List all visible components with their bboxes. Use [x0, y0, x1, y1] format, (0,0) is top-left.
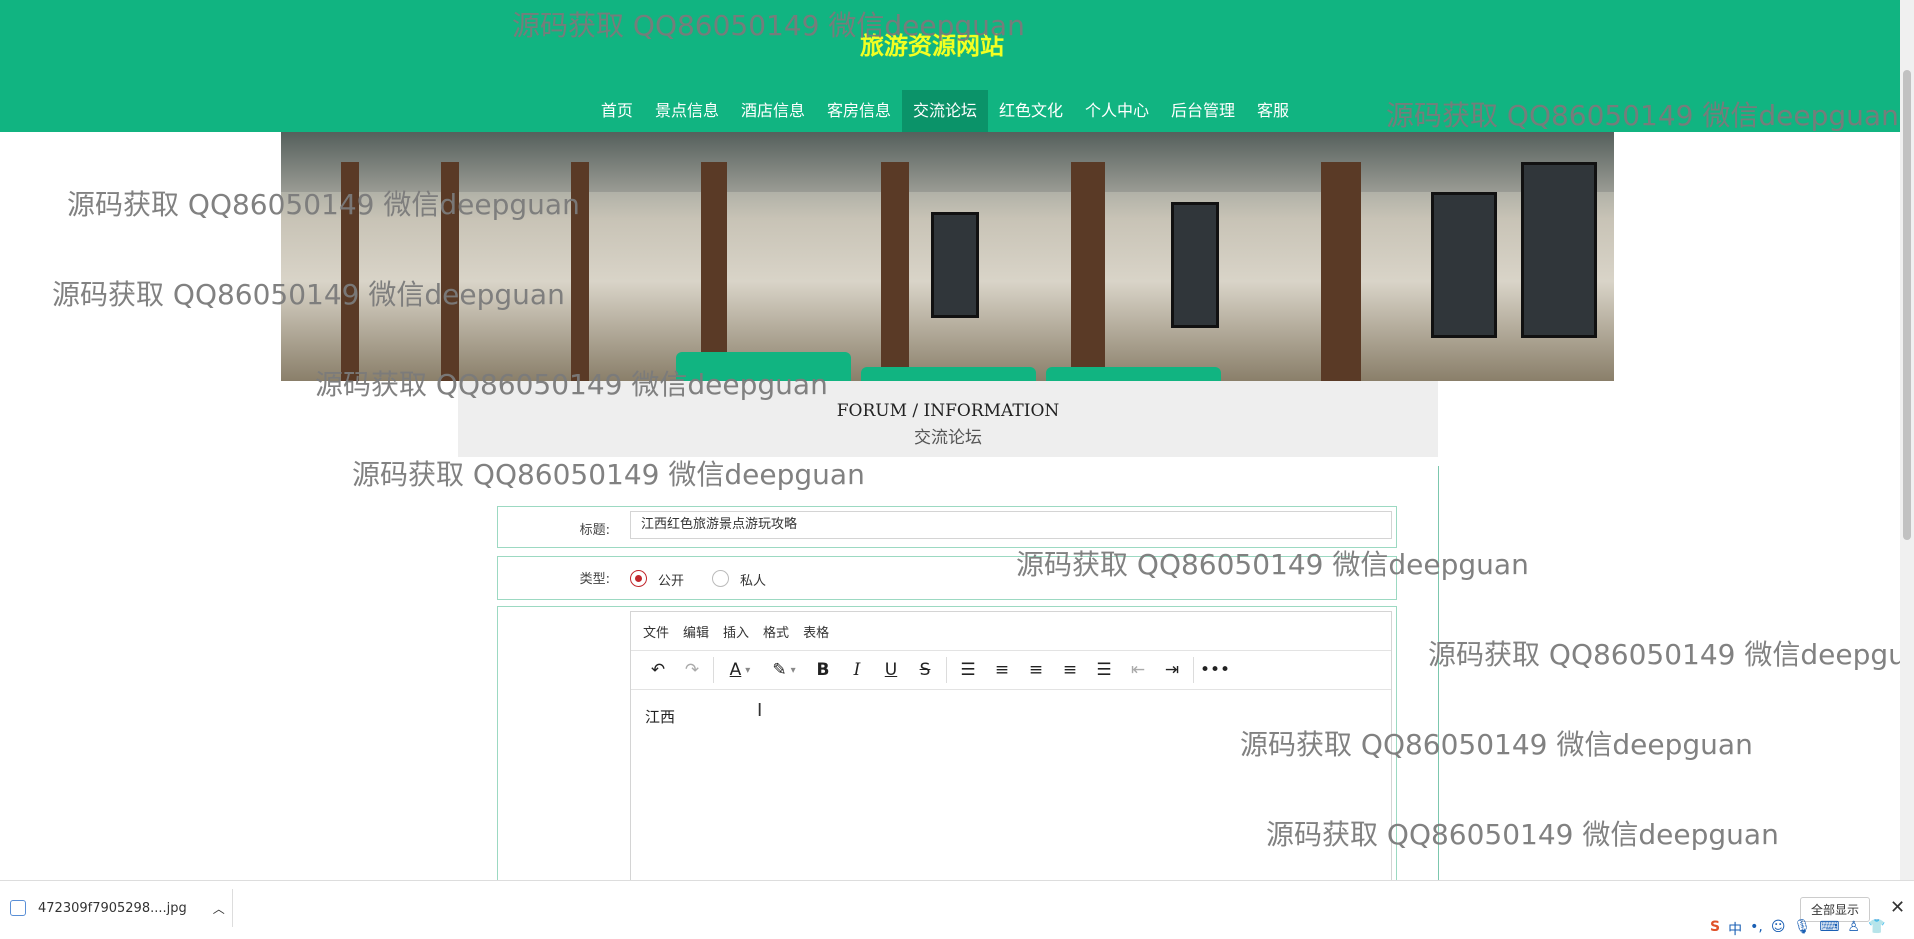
section-title-en: FORUM / INFORMATION	[836, 401, 1060, 421]
nav-hotels[interactable]: 酒店信息	[730, 90, 816, 132]
ime-mode-icon[interactable]: 中	[1728, 919, 1742, 939]
radio-private-label[interactable]: 私人	[740, 570, 766, 589]
strikethrough-icon[interactable]: S	[908, 653, 942, 687]
watermark: 源码获取 QQ86050149 微信deepguan	[67, 188, 580, 221]
ime-keyboard-icon[interactable]: ⌨	[1819, 919, 1839, 939]
menu-file[interactable]: 文件	[643, 622, 669, 641]
text-cursor-icon: I	[757, 700, 763, 721]
title-label: 标题:	[579, 523, 610, 538]
scroll-thumb[interactable]	[1903, 70, 1911, 540]
outdent-icon[interactable]: ⇤	[1121, 653, 1155, 687]
carousel-tab[interactable]	[1046, 367, 1221, 381]
close-icon[interactable]: ✕	[1890, 897, 1905, 918]
carousel-tab[interactable]	[861, 367, 1036, 381]
watermark: 源码获取 QQ86050149 微信deepguan	[352, 458, 865, 491]
undo-icon[interactable]: ↶	[641, 653, 675, 687]
nav-home[interactable]: 首页	[590, 90, 644, 132]
banner-pillar	[701, 162, 727, 381]
indent-icon[interactable]: ⇥	[1155, 653, 1189, 687]
editor-toolbar: ↶ ↷ A ▾ ✎ ▾ B I U S ☰ ≡ ≡ ≡ ☰ ⇤ ⇥ •••	[631, 651, 1391, 690]
watermark: 源码获取 QQ86050149 微信deepguan	[512, 9, 1025, 42]
ime-user-icon[interactable]: ♙	[1847, 919, 1860, 939]
banner-pillar	[1071, 162, 1105, 381]
banner-pillar	[1321, 162, 1361, 381]
title-row: 标题: 江西红色旅游景点游玩攻略	[497, 506, 1397, 548]
ime-voice-icon[interactable]: 🎙	[1793, 919, 1811, 939]
download-file-name[interactable]: 472309f7905298....jpg	[38, 901, 187, 916]
editor-menubar: 文件 编辑 插入 格式 表格	[631, 612, 1391, 651]
redo-icon[interactable]: ↷	[675, 653, 709, 687]
type-label: 类型:	[579, 572, 610, 587]
watermark: 源码获取 QQ86050149 微信deepguan	[1266, 818, 1779, 851]
nav-customer-service[interactable]: 客服	[1246, 90, 1300, 132]
radio-public[interactable]	[630, 570, 647, 587]
nav-forum[interactable]: 交流论坛	[901, 90, 988, 132]
title-input[interactable]: 江西红色旅游景点游玩攻略	[630, 511, 1392, 539]
nav-personal-center[interactable]: 个人中心	[1074, 90, 1160, 132]
line-height-icon[interactable]: ☰	[951, 653, 985, 687]
menu-edit[interactable]: 编辑	[683, 622, 709, 641]
align-justify-icon[interactable]: ☰	[1087, 653, 1121, 687]
nav-admin[interactable]: 后台管理	[1160, 90, 1246, 132]
watermark: 源码获取 QQ86050149 微信deepguan	[315, 368, 828, 401]
watermark: 源码获取 QQ86050149 微信deepguan	[52, 278, 565, 311]
underline-icon[interactable]: U	[874, 653, 908, 687]
ime-emoji-icon[interactable]: ☺	[1771, 919, 1786, 939]
nav-attractions[interactable]: 景点信息	[644, 90, 730, 132]
highlight-icon[interactable]: ✎ ▾	[762, 653, 806, 687]
watermark: 源码获取 QQ86050149 微信deepguan	[1240, 728, 1753, 761]
chevron-up-icon[interactable]: ︿	[213, 900, 225, 917]
watermark: 源码获取 QQ86050149 微信deepguan	[1016, 548, 1529, 581]
font-color-icon[interactable]: A ▾	[718, 653, 762, 687]
menu-table[interactable]: 表格	[803, 622, 829, 641]
ime-tray: S 中 •, ☺ 🎙 ⌨ ♙ 👕	[1710, 919, 1885, 939]
download-item[interactable]: 472309f7905298....jpg ︿	[10, 895, 225, 921]
download-bar: 472309f7905298....jpg ︿ 全部显示 ✕ S 中 •, ☺ …	[0, 880, 1914, 938]
toolbar-separator	[713, 657, 714, 683]
divider	[232, 889, 233, 927]
banner-panel	[1171, 202, 1219, 328]
more-icon[interactable]: •••	[1198, 653, 1232, 687]
radio-public-label[interactable]: 公开	[658, 570, 684, 589]
section-title-cn: 交流论坛	[914, 428, 982, 448]
banner-panel	[1431, 192, 1497, 338]
bold-icon[interactable]: B	[806, 653, 840, 687]
radio-private[interactable]	[712, 570, 729, 587]
banner-panel	[931, 212, 979, 318]
banner-image	[281, 132, 1614, 381]
menu-insert[interactable]: 插入	[723, 622, 749, 641]
align-right-icon[interactable]: ≡	[1053, 653, 1087, 687]
banner-panel	[1521, 162, 1597, 338]
nav-red-culture[interactable]: 红色文化	[988, 90, 1074, 132]
ime-logo-icon[interactable]: S	[1710, 919, 1720, 939]
nav-rooms[interactable]: 客房信息	[816, 90, 902, 132]
menu-format[interactable]: 格式	[763, 622, 789, 641]
ime-skin-icon[interactable]: 👕	[1868, 919, 1885, 939]
page-scrollbar[interactable]	[1900, 0, 1914, 880]
ime-punct-icon[interactable]: •,	[1750, 919, 1763, 939]
italic-icon[interactable]: I	[840, 653, 874, 687]
align-left-icon[interactable]: ≡	[985, 653, 1019, 687]
watermark: 源码获取 QQ86050149 微信deepguan	[1386, 99, 1899, 132]
image-file-icon	[10, 900, 26, 916]
watermark: 源码获取 QQ86050149 微信deepguan	[1428, 638, 1914, 671]
banner-pillar	[881, 162, 909, 381]
toolbar-separator	[946, 657, 947, 683]
align-center-icon[interactable]: ≡	[1019, 653, 1053, 687]
toolbar-separator	[1193, 657, 1194, 683]
